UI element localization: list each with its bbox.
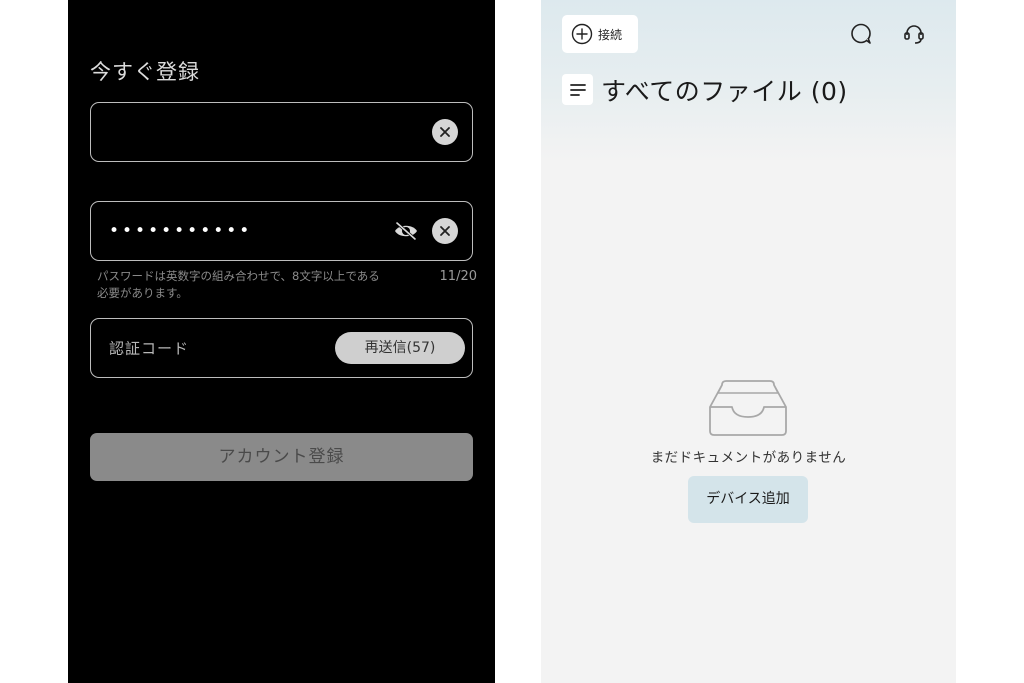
verification-code-field[interactable]: 認証コード 再送信(57) (90, 318, 473, 378)
connect-label: 接続 (598, 27, 623, 42)
password-value: ••••••••••• (109, 221, 253, 241)
register-screen: 今すぐ登録 ••••••••••• パスワードは英数字の組み合わせで、8文字以上… (68, 0, 495, 683)
password-field[interactable]: ••••••••••• (90, 201, 473, 261)
password-hint: パスワードは英数字の組み合わせで、8文字以上である 11/20 必要があります。 (97, 268, 477, 302)
clear-password-button[interactable] (432, 218, 458, 244)
list-icon (569, 83, 586, 96)
clear-email-button[interactable] (432, 119, 458, 145)
email-field[interactable] (90, 102, 473, 162)
toggle-password-visibility-button[interactable] (392, 219, 420, 243)
close-icon (440, 226, 450, 236)
plus-circle-icon (571, 23, 593, 45)
password-hint-text: パスワードは英数字の組み合わせで、8文字以上である (97, 269, 380, 283)
resend-code-button[interactable]: 再送信(57) (335, 332, 465, 364)
add-device-button[interactable]: デバイス追加 (688, 476, 808, 523)
empty-state-message: まだドキュメントがありません (650, 450, 847, 466)
password-hint-text-line2: 必要があります。 (97, 286, 188, 300)
menu-button[interactable] (562, 74, 593, 105)
headset-icon[interactable] (902, 22, 926, 46)
empty-inbox-icon (709, 380, 787, 436)
files-screen: 接続 すべてのファイル (0) まだドキュメントがありません デバイス追加 (541, 0, 956, 683)
files-title: すべてのファイル (0) (601, 77, 848, 106)
verification-code-placeholder: 認証コード (109, 339, 190, 358)
connect-button[interactable]: 接続 (562, 15, 638, 53)
chat-icon[interactable] (849, 22, 873, 46)
close-icon (440, 127, 450, 137)
eye-off-icon (395, 221, 417, 241)
password-char-count: 11/20 (439, 269, 477, 284)
register-title: 今すぐ登録 (90, 60, 200, 84)
register-account-button[interactable]: アカウント登録 (90, 433, 473, 481)
